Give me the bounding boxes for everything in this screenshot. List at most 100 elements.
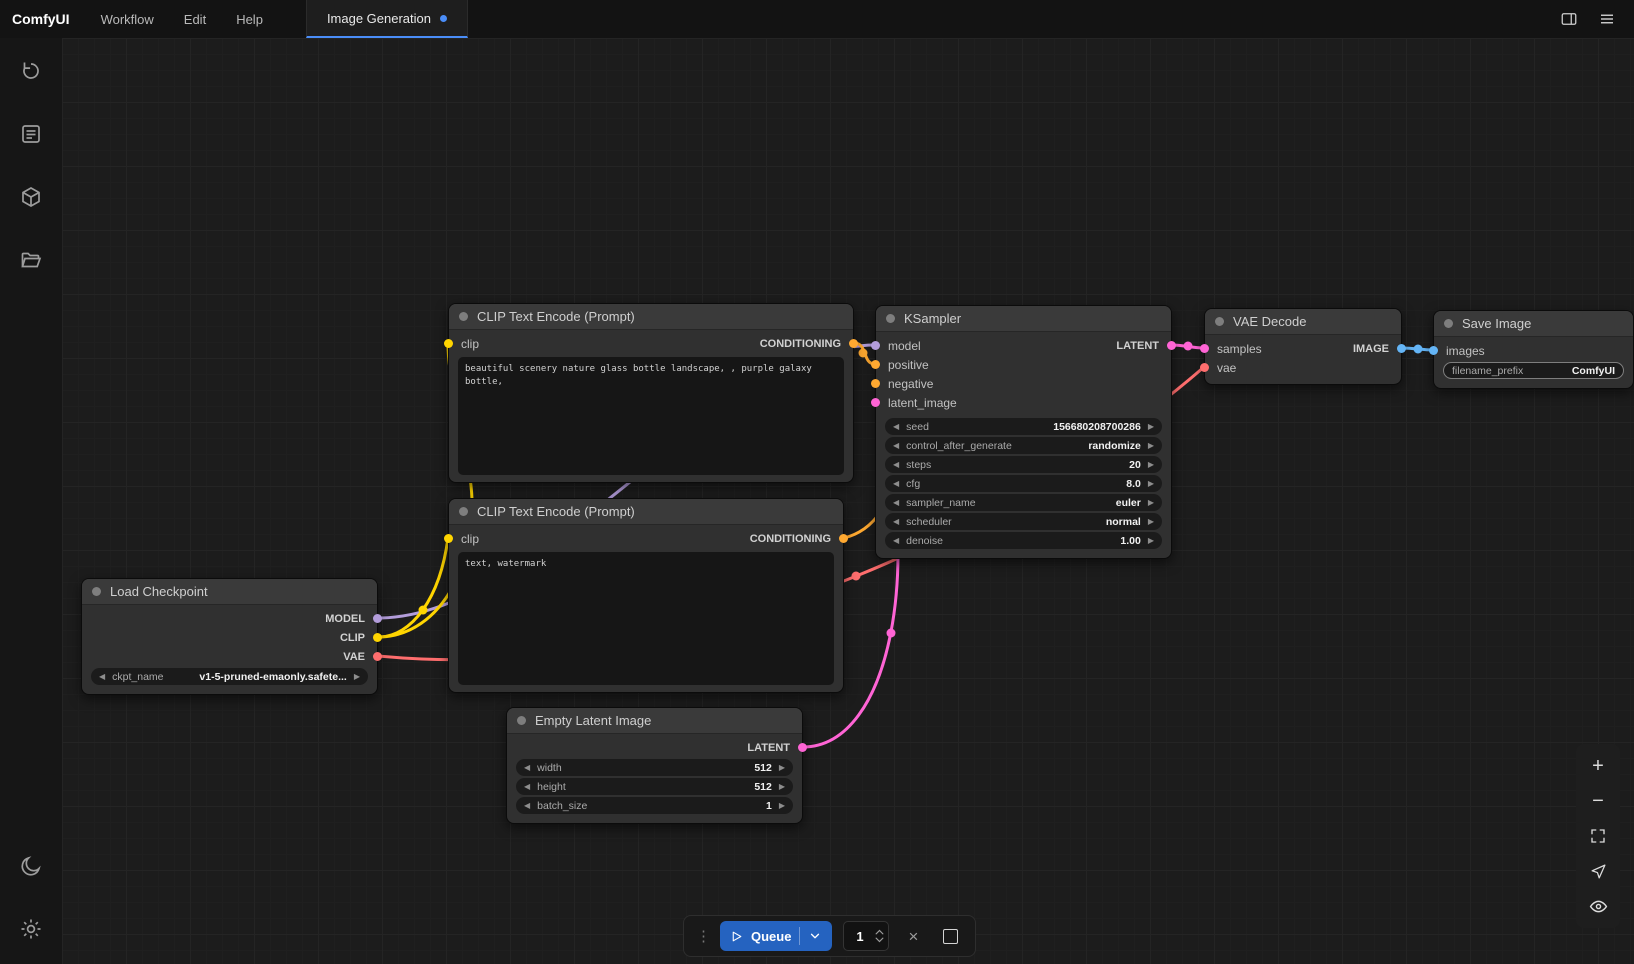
increment-arrow-icon[interactable]: ▶ xyxy=(1148,461,1154,469)
decrement-arrow-icon[interactable]: ◀ xyxy=(893,537,899,545)
fit-view-button[interactable] xyxy=(1583,822,1613,850)
collapse-dot-icon[interactable] xyxy=(92,587,101,596)
node-clip-text-encode-negative[interactable]: CLIP Text Encode (Prompt) clip CONDITION… xyxy=(448,498,844,693)
widget-control-after-generate[interactable]: ◀ control_after_generate randomize ▶ xyxy=(885,437,1162,454)
increment-arrow-icon[interactable]: ▶ xyxy=(1148,480,1154,488)
input-port-clip[interactable] xyxy=(444,339,453,348)
decrement-arrow-icon[interactable]: ◀ xyxy=(524,783,530,791)
decrement-arrow-icon[interactable]: ◀ xyxy=(893,480,899,488)
output-port-latent[interactable] xyxy=(1167,341,1176,350)
node-clip-text-encode-positive[interactable]: CLIP Text Encode (Prompt) clip CONDITION… xyxy=(448,303,854,483)
queue-button[interactable]: Queue xyxy=(720,921,832,951)
increment-arrow-icon[interactable]: ▶ xyxy=(1148,537,1154,545)
theme-toggle-button[interactable] xyxy=(10,845,52,887)
model-library-button[interactable] xyxy=(10,176,52,218)
menu-workflow[interactable]: Workflow xyxy=(86,0,169,38)
select-mode-button[interactable] xyxy=(1583,857,1613,885)
increment-arrow-icon[interactable]: ▶ xyxy=(1148,499,1154,507)
widget-cfg[interactable]: ◀ cfg 8.0 ▶ xyxy=(885,475,1162,492)
settings-button[interactable] xyxy=(10,908,52,950)
node-library-button[interactable] xyxy=(10,113,52,155)
widget-denoise[interactable]: ◀ denoise 1.00 ▶ xyxy=(885,532,1162,549)
decrement-arrow-icon[interactable]: ◀ xyxy=(893,518,899,526)
prompt-textarea[interactable]: text, watermark xyxy=(458,552,834,685)
input-port-positive[interactable] xyxy=(871,360,880,369)
collapse-dot-icon[interactable] xyxy=(1444,319,1453,328)
decrement-arrow-icon[interactable]: ◀ xyxy=(893,423,899,431)
chevron-up-icon[interactable] xyxy=(875,929,884,935)
input-port-clip[interactable] xyxy=(444,534,453,543)
increment-arrow-icon[interactable]: ▶ xyxy=(1148,423,1154,431)
node-vae-decode[interactable]: VAE Decode samples IMAGE vae xyxy=(1204,308,1402,385)
node-header[interactable]: CLIP Text Encode (Prompt) xyxy=(449,304,853,330)
node-header[interactable]: Load Checkpoint xyxy=(82,579,377,605)
chevron-down-icon[interactable] xyxy=(875,937,884,943)
input-port-negative[interactable] xyxy=(871,379,880,388)
decrement-arrow-icon[interactable]: ◀ xyxy=(524,764,530,772)
widget-ckpt-name[interactable]: ◀ ckpt_name v1-5-pruned-emaonly.safete..… xyxy=(91,668,368,685)
zoom-out-button[interactable]: − xyxy=(1583,787,1613,815)
widget-width[interactable]: ◀ width 512 ▶ xyxy=(516,759,793,776)
widget-sampler-name[interactable]: ◀ sampler_name euler ▶ xyxy=(885,494,1162,511)
increment-arrow-icon[interactable]: ▶ xyxy=(779,764,785,772)
output-port-clip[interactable] xyxy=(373,633,382,642)
batch-count-input[interactable]: 1 xyxy=(843,921,889,951)
main-menu-button[interactable] xyxy=(1592,4,1622,34)
decrement-arrow-icon[interactable]: ◀ xyxy=(893,461,899,469)
toggle-links-button[interactable] xyxy=(1583,892,1613,920)
node-ksampler[interactable]: KSampler model LATENT positive negative … xyxy=(875,305,1172,559)
increment-arrow-icon[interactable]: ▶ xyxy=(1148,518,1154,526)
increment-arrow-icon[interactable]: ▶ xyxy=(1148,442,1154,450)
increment-arrow-icon[interactable]: ▶ xyxy=(779,783,785,791)
output-port-image[interactable] xyxy=(1397,344,1406,353)
chevron-down-icon[interactable] xyxy=(808,929,822,943)
output-port-latent[interactable] xyxy=(798,743,807,752)
collapse-dot-icon[interactable] xyxy=(1215,317,1224,326)
tab-image-generation[interactable]: Image Generation xyxy=(306,0,468,38)
prompt-textarea[interactable]: beautiful scenery nature glass bottle la… xyxy=(458,357,844,475)
decrement-arrow-icon[interactable]: ◀ xyxy=(893,442,899,450)
widget-filename-prefix[interactable]: filename_prefix ComfyUI xyxy=(1443,362,1624,379)
sidebar-toggle-button[interactable] xyxy=(1554,4,1584,34)
clear-queue-button[interactable] xyxy=(937,923,963,949)
interrupt-button[interactable]: × xyxy=(900,923,926,949)
decrement-arrow-icon[interactable]: ◀ xyxy=(524,802,530,810)
node-empty-latent-image[interactable]: Empty Latent Image LATENT ◀ width 512 ▶ … xyxy=(506,707,803,824)
collapse-dot-icon[interactable] xyxy=(886,314,895,323)
node-header[interactable]: KSampler xyxy=(876,306,1171,332)
queue-history-button[interactable] xyxy=(10,50,52,92)
node-header[interactable]: VAE Decode xyxy=(1205,309,1401,335)
widget-height[interactable]: ◀ height 512 ▶ xyxy=(516,778,793,795)
node-header[interactable]: CLIP Text Encode (Prompt) xyxy=(449,499,843,525)
output-port-model[interactable] xyxy=(373,614,382,623)
node-canvas[interactable]: Load Checkpoint MODEL CLIP VAE ◀ ckpt_na… xyxy=(62,38,1634,964)
decrement-arrow-icon[interactable]: ◀ xyxy=(99,673,105,681)
menu-edit[interactable]: Edit xyxy=(169,0,221,38)
widget-seed[interactable]: ◀ seed 156680208700286 ▶ xyxy=(885,418,1162,435)
increment-arrow-icon[interactable]: ▶ xyxy=(779,802,785,810)
output-port-conditioning[interactable] xyxy=(839,534,848,543)
output-port-vae[interactable] xyxy=(373,652,382,661)
widget-scheduler[interactable]: ◀ scheduler normal ▶ xyxy=(885,513,1162,530)
input-port-model[interactable] xyxy=(871,341,880,350)
input-port-latent-image[interactable] xyxy=(871,398,880,407)
input-port-images[interactable] xyxy=(1429,346,1438,355)
node-header[interactable]: Save Image xyxy=(1434,311,1633,337)
collapse-dot-icon[interactable] xyxy=(459,312,468,321)
input-port-vae[interactable] xyxy=(1200,363,1209,372)
node-save-image[interactable]: Save Image images filename_prefix ComfyU… xyxy=(1433,310,1634,389)
collapse-dot-icon[interactable] xyxy=(459,507,468,516)
collapse-dot-icon[interactable] xyxy=(517,716,526,725)
output-port-conditioning[interactable] xyxy=(849,339,858,348)
widget-steps[interactable]: ◀ steps 20 ▶ xyxy=(885,456,1162,473)
node-load-checkpoint[interactable]: Load Checkpoint MODEL CLIP VAE ◀ ckpt_na… xyxy=(81,578,378,695)
node-header[interactable]: Empty Latent Image xyxy=(507,708,802,734)
increment-arrow-icon[interactable]: ▶ xyxy=(354,673,360,681)
drag-handle-icon[interactable]: ⋮ xyxy=(696,927,709,945)
zoom-in-button[interactable]: + xyxy=(1583,752,1613,780)
widget-batch-size[interactable]: ◀ batch_size 1 ▶ xyxy=(516,797,793,814)
menu-help[interactable]: Help xyxy=(221,0,278,38)
decrement-arrow-icon[interactable]: ◀ xyxy=(893,499,899,507)
workflows-button[interactable] xyxy=(10,239,52,281)
input-port-samples[interactable] xyxy=(1200,344,1209,353)
